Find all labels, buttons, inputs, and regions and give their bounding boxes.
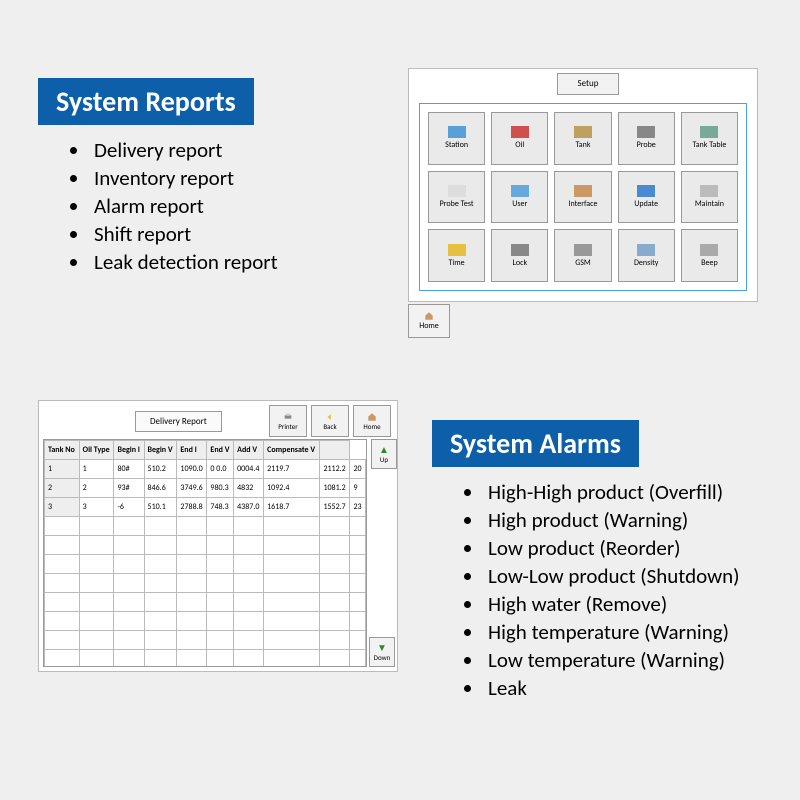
list-item: Leak detection report xyxy=(90,249,378,275)
col-header: Begin V xyxy=(144,441,177,460)
up-arrow-icon: ▲ xyxy=(379,445,389,455)
setup-icon xyxy=(448,185,466,197)
col-header: Add V xyxy=(234,441,264,460)
list-item: Shift report xyxy=(90,221,378,247)
setup-probe-button[interactable]: Probe xyxy=(618,112,675,165)
setup-panel: Setup StationOilTankProbeTank Table Probe… xyxy=(408,68,758,302)
down-arrow-icon: ▼ xyxy=(377,643,387,653)
list-item: Leak xyxy=(484,675,772,701)
setup-station-button[interactable]: Station xyxy=(428,112,485,165)
table-row: 1180#510.21090.00 0.00004.42119.72112.22… xyxy=(45,460,366,479)
table-row: 2293#846.63749.6980.348321092.41081.29 xyxy=(45,479,366,498)
col-header: End l xyxy=(177,441,207,460)
list-item: Inventory report xyxy=(90,165,378,191)
list-item: High-High product (Overfill) xyxy=(484,479,772,505)
list-item: Low-Low product (Shutdown) xyxy=(484,563,772,589)
setup-title-button[interactable]: Setup xyxy=(557,73,619,95)
printer-button[interactable]: Printer xyxy=(269,405,307,437)
setup-tank-table-button[interactable]: Tank Table xyxy=(681,112,738,165)
alarms-heading: System Alarms xyxy=(432,420,639,467)
setup-density-button[interactable]: Density xyxy=(618,229,675,282)
setup-lock-button[interactable]: Lock xyxy=(491,229,548,282)
printer-icon xyxy=(281,412,295,422)
list-item: Alarm report xyxy=(90,193,378,219)
home-icon xyxy=(365,412,379,422)
setup-icon xyxy=(700,126,718,138)
setup-icon xyxy=(574,126,592,138)
col-header: Tank No xyxy=(45,441,80,460)
report-panel: Delivery Report Printer Back Home Tank N… xyxy=(38,400,398,672)
setup-maintain-button[interactable]: Maintain xyxy=(681,171,738,224)
setup-icon xyxy=(448,126,466,138)
setup-icon xyxy=(574,244,592,256)
setup-icon xyxy=(700,244,718,256)
col-header: Compensate V xyxy=(264,441,320,460)
list-item: High product (Warning) xyxy=(484,507,772,533)
setup-icon xyxy=(637,244,655,256)
alarms-list: High-High product (Overfill)High product… xyxy=(456,479,772,701)
setup-update-button[interactable]: Update xyxy=(618,171,675,224)
setup-probe-test-button[interactable]: Probe Test xyxy=(428,171,485,224)
setup-oil-button[interactable]: Oil xyxy=(491,112,548,165)
setup-icon xyxy=(511,244,529,256)
up-button[interactable]: ▲ Up xyxy=(371,439,397,469)
back-button[interactable]: Back xyxy=(311,405,349,437)
report-table-wrap: Tank NoOil TypeBegin lBegin VEnd lEnd VA… xyxy=(43,439,367,667)
setup-gsm-button[interactable]: GSM xyxy=(554,229,611,282)
setup-icon xyxy=(637,185,655,197)
setup-interface-button[interactable]: Interface xyxy=(554,171,611,224)
setup-icon xyxy=(511,185,529,197)
setup-time-button[interactable]: Time xyxy=(428,229,485,282)
back-icon xyxy=(323,412,337,422)
list-item: Low temperature (Warning) xyxy=(484,647,772,673)
home-button-2[interactable]: Home xyxy=(353,405,391,437)
report-table: Tank NoOil TypeBegin lBegin VEnd lEnd VA… xyxy=(44,440,366,667)
home-label: Home xyxy=(419,321,439,331)
setup-icon xyxy=(574,185,592,197)
setup-beep-button[interactable]: Beep xyxy=(681,229,738,282)
list-item: High water (Remove) xyxy=(484,591,772,617)
setup-icon xyxy=(637,126,655,138)
col-header: Begin l xyxy=(114,441,144,460)
setup-tank-button[interactable]: Tank xyxy=(554,112,611,165)
home-button[interactable]: Home xyxy=(408,304,450,338)
table-row: 33-6510.12788.8748.34387.01618.71552.723 xyxy=(45,498,366,517)
col-header: End V xyxy=(207,441,234,460)
reports-heading: System Reports xyxy=(38,78,254,125)
down-button[interactable]: ▼ Down xyxy=(369,637,395,667)
list-item: High temperature (Warning) xyxy=(484,619,772,645)
home-icon xyxy=(422,311,436,321)
list-item: Delivery report xyxy=(90,137,378,163)
setup-grid: StationOilTankProbeTank TableProbe TestU… xyxy=(419,103,747,291)
setup-icon xyxy=(511,126,529,138)
setup-icon xyxy=(448,244,466,256)
reports-list: Delivery reportInventory reportAlarm rep… xyxy=(62,137,378,275)
col-header xyxy=(320,441,350,460)
setup-icon xyxy=(700,185,718,197)
setup-user-button[interactable]: User xyxy=(491,171,548,224)
col-header: Oil Type xyxy=(79,441,114,460)
list-item: Low product (Reorder) xyxy=(484,535,772,561)
report-title: Delivery Report xyxy=(135,411,222,432)
